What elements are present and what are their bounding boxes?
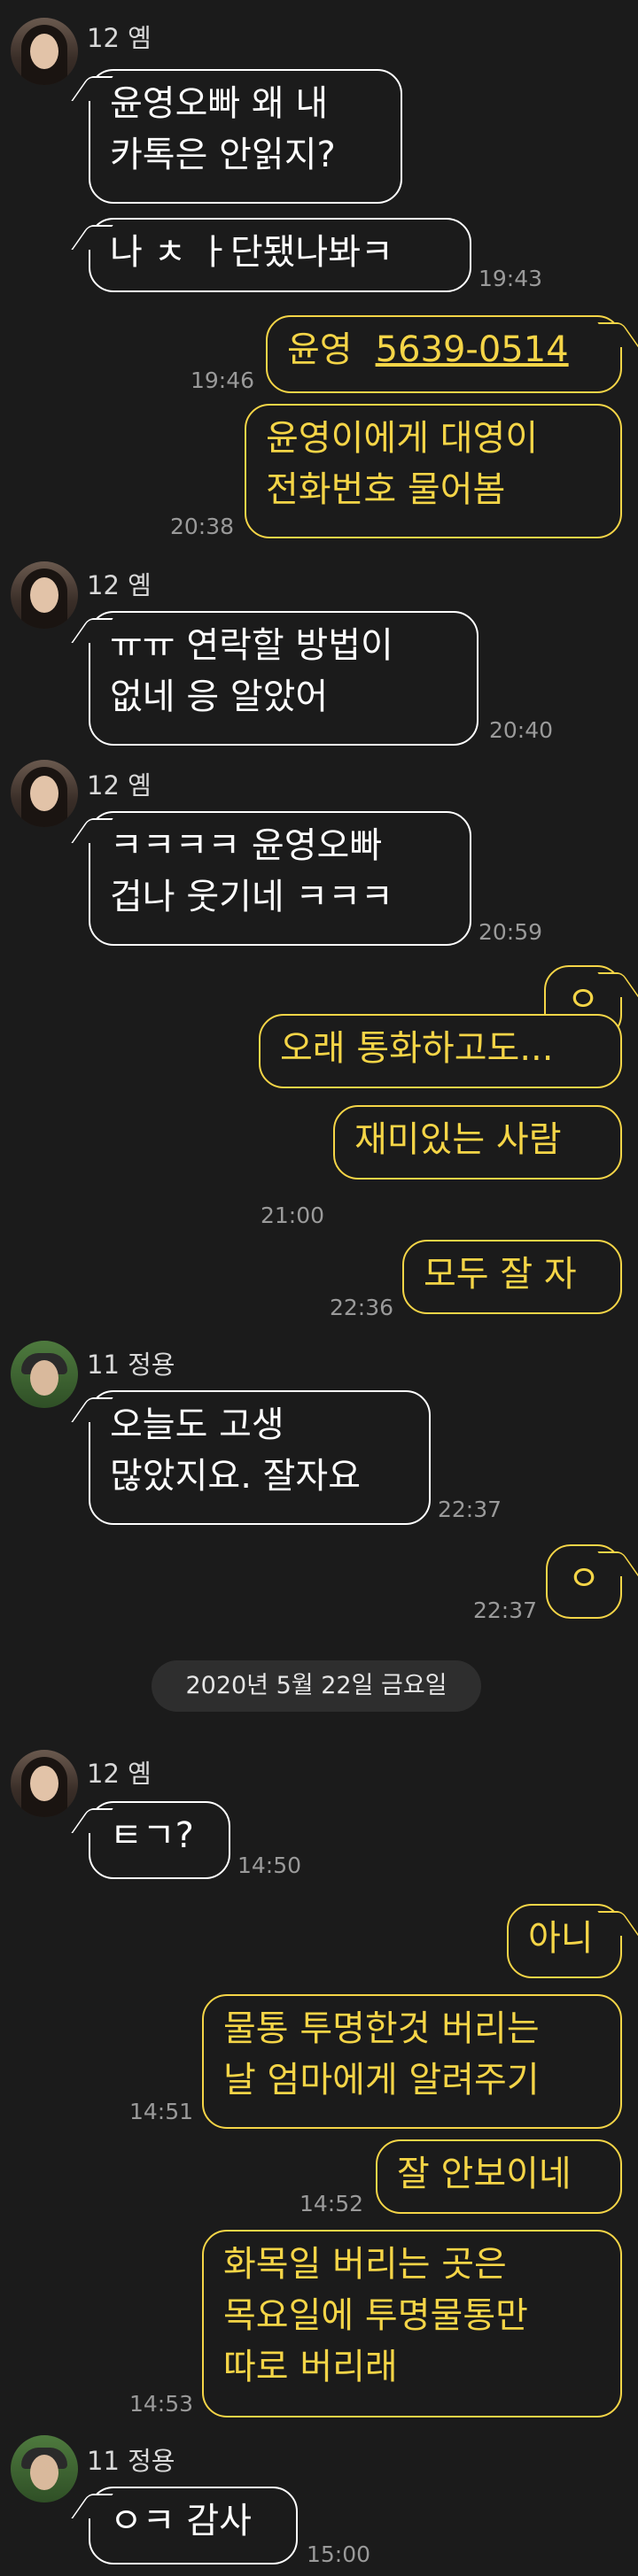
message-time: 15:00 — [307, 2541, 371, 2567]
sent-message-bubble[interactable]: 아니 — [507, 1904, 622, 1978]
contact-name: 윤영 — [287, 329, 353, 370]
avatar[interactable] — [11, 1750, 78, 1817]
message-time: 19:43 — [478, 266, 543, 291]
sender-name: 11 정용 — [87, 1350, 175, 1380]
message-time: 22:37 — [473, 1597, 538, 1623]
avatar[interactable] — [11, 18, 78, 85]
sent-message-bubble[interactable]: ㅇ — [546, 1544, 622, 1619]
received-message-bubble[interactable]: ㅋㅋㅋㅋ 윤영오빠 겁나 웃기네 ㅋㅋㅋ — [89, 811, 471, 946]
sent-message-bubble[interactable]: 모두 잘 자 — [402, 1240, 622, 1314]
received-message-bubble[interactable]: ㅠㅠ 연락할 방법이 없네 응 알았어 — [89, 611, 478, 746]
message-time: 20:40 — [489, 717, 554, 743]
received-message-bubble[interactable]: 윤영오빠 왜 내 카톡은 안읽지? — [89, 69, 402, 204]
message-time: 22:37 — [438, 1497, 502, 1522]
sender-name: 12 옘 — [87, 23, 152, 53]
date-divider: 2020년 5월 22일 금요일 — [152, 1660, 481, 1712]
received-message-bubble[interactable]: 오늘도 고생 많았지요. 잘자요 — [89, 1390, 431, 1525]
received-message-bubble[interactable]: ㅇㅋ 감사 — [89, 2487, 298, 2564]
avatar[interactable] — [11, 561, 78, 629]
avatar[interactable] — [11, 2435, 78, 2503]
sender-name: 12 옘 — [87, 1759, 152, 1789]
message-time: 14:52 — [300, 2191, 364, 2216]
message-time: 14:50 — [237, 1853, 302, 1878]
sent-message-bubble[interactable]: 윤영 5639-0514 — [266, 315, 622, 393]
avatar[interactable] — [11, 1341, 78, 1408]
sent-message-bubble[interactable]: 재미있는 사람 — [333, 1105, 622, 1180]
sent-message-bubble[interactable]: 오래 통화하고도... — [259, 1014, 622, 1088]
avatar[interactable] — [11, 760, 78, 827]
sent-message-bubble[interactable]: 윤영이에게 대영이 전화번호 물어봄 — [245, 404, 622, 538]
phone-number-link[interactable]: 5639-0514 — [376, 329, 569, 370]
sent-message-bubble[interactable]: 화목일 버리는 곳은 목요일에 투명물통만 따로 버리래 — [202, 2230, 622, 2417]
sent-message-bubble[interactable]: 잘 안보이네 — [376, 2139, 622, 2214]
received-message-bubble[interactable]: ㅌㄱ? — [89, 1801, 230, 1879]
message-time: 20:59 — [478, 919, 543, 945]
message-time: 21:00 — [261, 1203, 325, 1228]
sent-message-bubble[interactable]: 물통 투명한것 버리는 날 엄마에게 알려주기 — [202, 1994, 622, 2129]
sender-name: 12 옘 — [87, 570, 152, 600]
message-time: 22:36 — [330, 1295, 394, 1320]
message-time: 14:53 — [129, 2391, 194, 2417]
received-message-bubble[interactable]: 나 ㅊ ㅏ단됐나봐ㅋ — [89, 218, 471, 292]
sender-name: 12 옘 — [87, 770, 152, 801]
message-time: 19:46 — [191, 367, 255, 393]
message-time: 20:38 — [170, 514, 235, 539]
sender-name: 11 정용 — [87, 2446, 175, 2476]
message-time: 14:51 — [129, 2099, 194, 2124]
